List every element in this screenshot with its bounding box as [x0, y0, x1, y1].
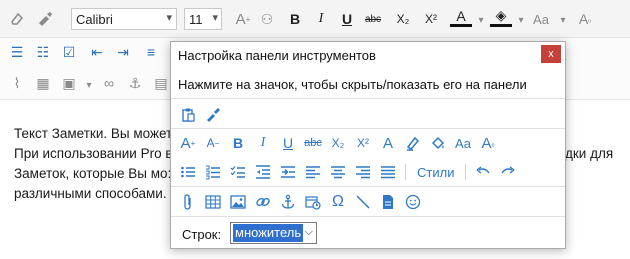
- align-justify-icon[interactable]: [377, 161, 399, 183]
- horizontal-line-icon[interactable]: [352, 191, 374, 213]
- separator: [465, 164, 467, 180]
- icon-row-insert: Ω: [177, 191, 424, 213]
- divider: [171, 98, 565, 99]
- paste-icon[interactable]: [177, 104, 199, 126]
- main-toolbar: Calibri ▾ 11 ▾ A + ⚇ B I U abc X₂ X² A ▾ …: [0, 0, 630, 38]
- chevron-down-icon[interactable]: ▾: [510, 9, 532, 31]
- format-painter-icon[interactable]: [202, 104, 224, 126]
- attachment-icon[interactable]: ⌇: [6, 72, 28, 94]
- chevron-down-icon[interactable]: ▾: [78, 74, 100, 96]
- outdent-icon[interactable]: ⇤: [86, 41, 108, 63]
- bold-icon[interactable]: B: [227, 132, 249, 154]
- divider: [171, 128, 565, 129]
- clear-format-icon[interactable]: Aₒ: [477, 132, 499, 154]
- font-size-down-glyph: A: [206, 136, 215, 150]
- outdent-icon[interactable]: [252, 161, 274, 183]
- highlighter-icon[interactable]: [402, 132, 424, 154]
- image-icon[interactable]: ▣: [58, 72, 80, 94]
- attachment-icon[interactable]: [177, 191, 199, 213]
- numbered-list-icon[interactable]: ☷: [32, 41, 54, 63]
- chevron-down-icon[interactable]: ▾: [552, 9, 574, 31]
- icon-row-clipboard: [177, 104, 224, 126]
- divider: [171, 216, 565, 217]
- divider: [171, 186, 565, 187]
- anchor-icon[interactable]: ⚓: [124, 72, 146, 94]
- separator: [405, 164, 406, 180]
- bold-icon[interactable]: B: [284, 8, 306, 30]
- chevron-down-icon: ▾: [166, 12, 172, 24]
- underline-icon[interactable]: U: [277, 132, 299, 154]
- align-left-icon[interactable]: ≡: [140, 41, 162, 63]
- subscript-icon[interactable]: X₂: [327, 132, 349, 154]
- rows-select-value: множитель: [233, 224, 304, 242]
- image-icon[interactable]: [227, 191, 249, 213]
- font-size-down-icon[interactable]: A −: [202, 132, 224, 154]
- align-left-icon[interactable]: [302, 161, 324, 183]
- close-button[interactable]: x: [541, 45, 561, 63]
- change-case-icon[interactable]: Aa: [452, 132, 474, 154]
- link-icon[interactable]: ⚇: [256, 8, 278, 30]
- hyperlink-icon[interactable]: [252, 191, 274, 213]
- clear-format-icon[interactable]: Aₒ: [574, 8, 596, 30]
- bulleted-list-icon[interactable]: ☰: [6, 41, 28, 63]
- toolbar-settings-dialog: Настройка панели инструментов x Нажмите …: [170, 41, 566, 249]
- highlight-color-icon[interactable]: ◈: [490, 7, 512, 27]
- italic-icon[interactable]: I: [310, 8, 332, 30]
- dialog-title: Настройка панели инструментов: [178, 48, 376, 63]
- font-size-select[interactable]: 11 ▾: [184, 8, 222, 30]
- fill-color-icon[interactable]: [427, 132, 449, 154]
- font-size-up-glyph: A: [180, 134, 191, 152]
- document-icon[interactable]: [377, 191, 399, 213]
- indent-icon[interactable]: ⇥: [112, 41, 134, 63]
- chevron-down-icon[interactable]: ▾: [470, 9, 492, 31]
- format-painter-icon[interactable]: [34, 8, 56, 30]
- underline-icon[interactable]: U: [336, 8, 358, 30]
- align-right-icon[interactable]: [352, 161, 374, 183]
- chevron-down-icon: ⌵: [304, 226, 313, 238]
- icon-row-formatting: A + A − B I U abc X₂ X² A Aa Aₒ: [177, 132, 499, 154]
- omega-icon[interactable]: Ω: [327, 191, 349, 213]
- indent-icon[interactable]: [277, 161, 299, 183]
- font-family-value: Calibri: [76, 11, 113, 27]
- subscript-icon[interactable]: X₂: [392, 8, 414, 30]
- rows-label: Строк:: [182, 227, 222, 242]
- calendar-clock-icon[interactable]: [302, 191, 324, 213]
- font-size-up-icon[interactable]: A +: [232, 8, 254, 30]
- strikethrough-icon[interactable]: abc: [362, 8, 384, 30]
- superscript-icon[interactable]: X²: [420, 8, 442, 30]
- checklist-icon[interactable]: [227, 161, 249, 183]
- undo-icon[interactable]: [472, 161, 494, 183]
- styles-button[interactable]: Стили: [412, 161, 459, 183]
- numbered-list-icon[interactable]: [202, 161, 224, 183]
- icon-row-paragraph: Стили: [177, 161, 519, 183]
- font-color-icon[interactable]: A: [377, 132, 399, 154]
- hyperlink-icon[interactable]: ∞: [98, 72, 120, 94]
- font-color-icon[interactable]: A: [450, 7, 472, 27]
- redo-icon[interactable]: [497, 161, 519, 183]
- smiley-icon[interactable]: [402, 191, 424, 213]
- eraser-icon[interactable]: [6, 8, 28, 30]
- font-family-select[interactable]: Calibri ▾: [71, 8, 177, 30]
- change-case-icon[interactable]: Aa: [530, 8, 552, 30]
- strikethrough-icon[interactable]: abc: [302, 132, 324, 154]
- table-icon[interactable]: [202, 191, 224, 213]
- font-size-up-icon[interactable]: A +: [177, 132, 199, 154]
- italic-icon[interactable]: I: [252, 132, 274, 154]
- align-center-icon[interactable]: [327, 161, 349, 183]
- font-size-value: 11: [189, 11, 203, 27]
- checklist-icon[interactable]: ☑: [58, 41, 80, 63]
- calendar-icon[interactable]: ▤: [150, 72, 172, 94]
- anchor-icon[interactable]: [277, 191, 299, 213]
- chevron-down-icon: ▾: [212, 12, 218, 24]
- rows-select[interactable]: множитель ⌵: [230, 222, 317, 244]
- dialog-hint: Нажмите на значок, чтобы скрыть/показать…: [178, 77, 527, 92]
- table-icon[interactable]: ▦: [32, 72, 54, 94]
- superscript-icon[interactable]: X²: [352, 132, 374, 154]
- bulleted-list-icon[interactable]: [177, 161, 199, 183]
- note-line-fragment: дки для: [565, 146, 614, 161]
